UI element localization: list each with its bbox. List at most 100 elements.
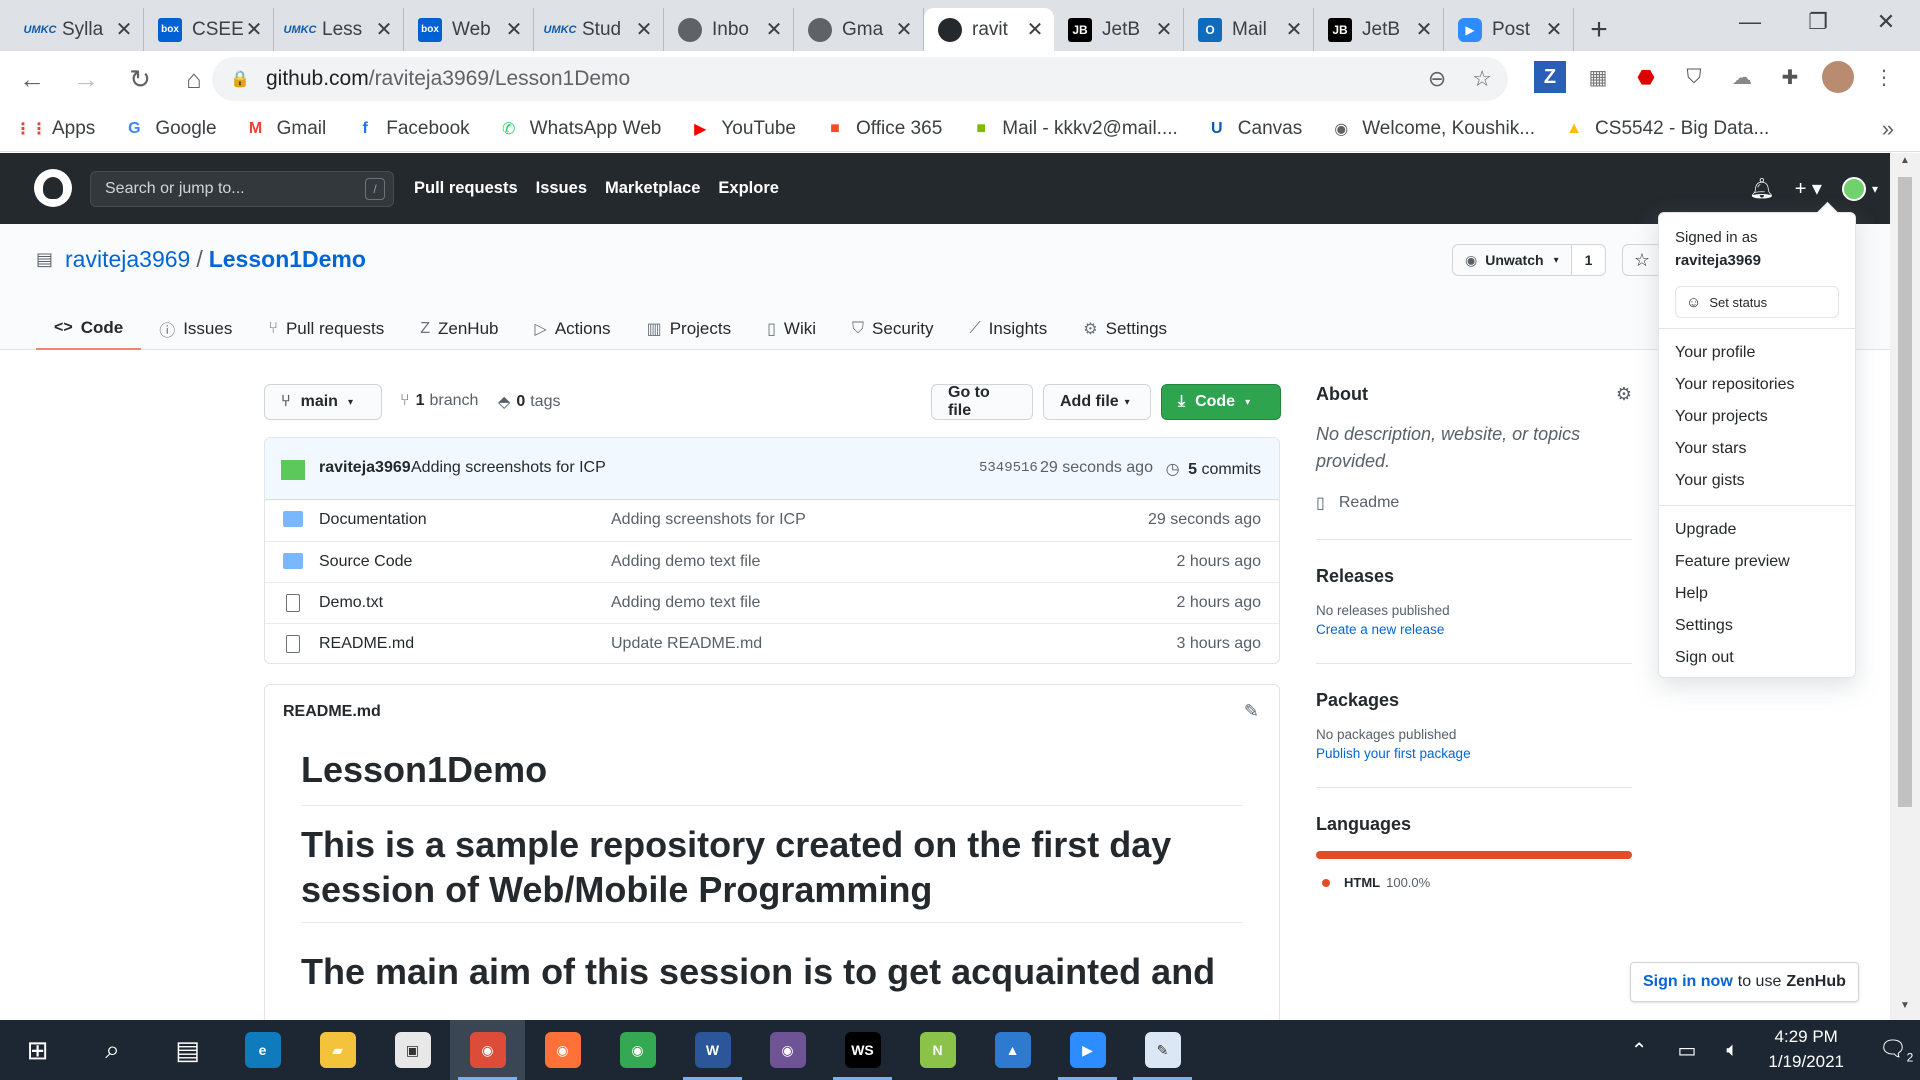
file-row[interactable]: README.md Update README.md 3 hours ago bbox=[265, 623, 1279, 663]
commit-sha-link[interactable]: 5349516 bbox=[979, 460, 1038, 476]
bookmark-item[interactable]: ▶ YouTube bbox=[689, 118, 796, 140]
file-commit-message-link[interactable]: Adding screenshots for ICP bbox=[611, 511, 806, 529]
bookmark-item[interactable]: ■ Office 365 bbox=[824, 118, 942, 140]
taskbar-button[interactable]: ⊞ bbox=[0, 1020, 75, 1080]
menu-item-your-stars[interactable]: Your stars bbox=[1659, 433, 1855, 465]
bookmark-item[interactable]: U Canvas bbox=[1206, 118, 1302, 140]
tab-pull-requests[interactable]: ⑂ Pull requests bbox=[250, 308, 402, 350]
action-center-icon[interactable]: 🗨︎2 bbox=[1872, 1036, 1920, 1064]
create-release-link[interactable]: Create a new release bbox=[1316, 622, 1632, 637]
bookmark-item[interactable]: M Gmail bbox=[245, 118, 326, 140]
taskbar-button[interactable]: ◉ bbox=[450, 1020, 525, 1080]
browser-tab[interactable]: UMKC Less ✕ bbox=[274, 8, 404, 51]
branches-link[interactable]: ⑂ 1 branch bbox=[400, 392, 478, 410]
bookmark-item[interactable]: ✆ WhatsApp Web bbox=[498, 118, 661, 140]
file-name-link[interactable]: Demo.txt bbox=[319, 594, 383, 612]
global-nav-explore[interactable]: Explore bbox=[718, 179, 779, 198]
taskbar-button[interactable]: N bbox=[900, 1020, 975, 1080]
menu-item-your-gists[interactable]: Your gists bbox=[1659, 465, 1855, 497]
browser-tab[interactable]: UMKC Stud ✕ bbox=[534, 8, 664, 51]
menu-item-your-profile[interactable]: Your profile bbox=[1659, 337, 1855, 369]
url-text[interactable]: github.com/raviteja3969/Lesson1Demo bbox=[266, 67, 630, 91]
bookmark-item[interactable]: f Facebook bbox=[354, 118, 470, 140]
packages-heading[interactable]: Packages bbox=[1316, 690, 1632, 711]
menu-item-feature-preview[interactable]: Feature preview bbox=[1659, 546, 1855, 578]
close-tab-icon[interactable]: ✕ bbox=[1413, 17, 1435, 42]
cloud-extension-icon[interactable]: ☁ bbox=[1726, 61, 1758, 93]
file-row[interactable]: Source Code Adding demo text file 2 hours … bbox=[265, 541, 1279, 582]
taskbar-button[interactable]: ▤ bbox=[150, 1020, 225, 1080]
file-commit-message-link[interactable]: Adding demo text file bbox=[611, 553, 760, 571]
unwatch-button[interactable]: ◉ Unwatch ▾ bbox=[1452, 244, 1572, 276]
profile-avatar-icon[interactable] bbox=[1822, 61, 1854, 93]
branch-select-button[interactable]: ⑂ main ▾ bbox=[264, 384, 382, 420]
watch-count[interactable]: 1 bbox=[1572, 244, 1606, 276]
file-row[interactable]: Demo.txt Adding demo text file 2 hours ago bbox=[265, 582, 1279, 623]
chrome-menu-icon[interactable]: ⋮ bbox=[1868, 61, 1900, 93]
publish-package-link[interactable]: Publish your first package bbox=[1316, 746, 1632, 761]
extension-puzzle-gray-icon[interactable]: ▦ bbox=[1582, 61, 1614, 93]
bookmark-item[interactable]: G Google bbox=[123, 118, 217, 140]
minimize-icon[interactable]: — bbox=[1716, 0, 1784, 44]
back-arrow-icon[interactable]: ← bbox=[10, 57, 54, 101]
file-name-link[interactable]: README.md bbox=[319, 635, 414, 653]
bookmark-item[interactable]: ◉ Welcome, Koushik... bbox=[1330, 118, 1535, 140]
menu-item-help[interactable]: Help bbox=[1659, 578, 1855, 610]
adblock-icon[interactable]: ⬣ bbox=[1630, 61, 1662, 93]
repo-owner-link[interactable]: raviteja3969 bbox=[65, 246, 190, 273]
releases-heading[interactable]: Releases bbox=[1316, 566, 1632, 587]
address-bar[interactable]: 🔒 github.com/raviteja3969/Lesson1Demo ⊖ … bbox=[212, 57, 1508, 101]
bell-icon[interactable]: 🔔︎ bbox=[1749, 176, 1774, 201]
tags-link[interactable]: ⬘ 0 tags bbox=[498, 392, 560, 412]
browser-tab[interactable]: JB JetB ✕ bbox=[1314, 8, 1444, 51]
code-download-button[interactable]: ⤓ Code ▾ bbox=[1161, 384, 1281, 420]
tab-wiki[interactable]: ▯ Wiki bbox=[749, 308, 834, 350]
shield-extension-icon[interactable]: ⛉ bbox=[1678, 61, 1710, 93]
taskbar-button[interactable]: e bbox=[225, 1020, 300, 1080]
taskbar-button[interactable]: ⌕ bbox=[75, 1020, 150, 1080]
browser-tab[interactable]: O Mail ✕ bbox=[1184, 8, 1314, 51]
forward-arrow-icon[interactable]: → bbox=[64, 57, 108, 101]
taskbar-button[interactable]: ▶ bbox=[1050, 1020, 1125, 1080]
new-tab-button[interactable]: + bbox=[1574, 8, 1624, 51]
commits-link[interactable]: ◷ 5 commits bbox=[1166, 459, 1261, 479]
global-nav-issues[interactable]: Issues bbox=[536, 179, 587, 198]
scroll-up-arrow-icon[interactable]: ▲ bbox=[1890, 155, 1920, 173]
commit-author-avatar[interactable] bbox=[281, 460, 305, 480]
taskbar-button[interactable]: ▰ bbox=[300, 1020, 375, 1080]
menu-item-your-projects[interactable]: Your projects bbox=[1659, 401, 1855, 433]
edit-pencil-icon[interactable]: ✎ bbox=[1244, 701, 1259, 722]
github-logo-icon[interactable] bbox=[34, 169, 72, 207]
menu-item-your-repositories[interactable]: Your repositories bbox=[1659, 369, 1855, 401]
close-tab-icon[interactable]: ✕ bbox=[763, 17, 785, 42]
commit-message-link[interactable]: Adding screenshots for ICP bbox=[411, 459, 606, 477]
zenhub-signin-link[interactable]: Sign in now bbox=[1643, 973, 1733, 991]
repo-name-link[interactable]: Lesson1Demo bbox=[209, 246, 366, 273]
close-tab-icon[interactable]: ✕ bbox=[1283, 17, 1305, 42]
scroll-down-arrow-icon[interactable]: ▼ bbox=[1890, 1000, 1920, 1018]
taskbar-button[interactable]: ✎ bbox=[1125, 1020, 1200, 1080]
signed-in-info[interactable]: Signed in as raviteja3969 bbox=[1659, 213, 1855, 280]
taskbar-button[interactable]: ◉ bbox=[600, 1020, 675, 1080]
menu-item-settings[interactable]: Settings bbox=[1659, 610, 1855, 642]
file-name-link[interactable]: Source Code bbox=[319, 553, 412, 571]
browser-tab[interactable]: box Web ✕ bbox=[404, 8, 534, 51]
tab-issues[interactable]: ⓘ Issues bbox=[141, 308, 250, 350]
plus-dropdown-icon[interactable]: + ▾ bbox=[1795, 176, 1822, 201]
bookmarks-overflow-icon[interactable]: » bbox=[1882, 116, 1894, 142]
close-tab-icon[interactable]: ✕ bbox=[243, 17, 265, 42]
browser-tab[interactable]: UMKC Sylla ✕ bbox=[14, 8, 144, 51]
home-icon[interactable]: ⌂ bbox=[172, 57, 216, 101]
user-avatar[interactable] bbox=[1841, 176, 1866, 201]
global-nav-pull-requests[interactable]: Pull requests bbox=[414, 179, 518, 198]
tab-security[interactable]: ⛉ Security bbox=[834, 308, 951, 350]
tab-actions[interactable]: ▷ Actions bbox=[517, 308, 629, 350]
close-tab-icon[interactable]: ✕ bbox=[893, 17, 915, 42]
volume-icon[interactable]: 🔈︎ bbox=[1726, 1039, 1738, 1062]
restore-icon[interactable]: ❐ bbox=[1784, 0, 1852, 44]
language-item[interactable]: HTML 100.0% bbox=[1316, 875, 1632, 890]
close-tab-icon[interactable]: ✕ bbox=[1153, 17, 1175, 42]
bookmark-star-icon[interactable]: ☆ bbox=[1472, 66, 1492, 92]
browser-tab[interactable]: box CSEE ✕ bbox=[144, 8, 274, 51]
file-commit-message-link[interactable]: Adding demo text file bbox=[611, 594, 760, 612]
